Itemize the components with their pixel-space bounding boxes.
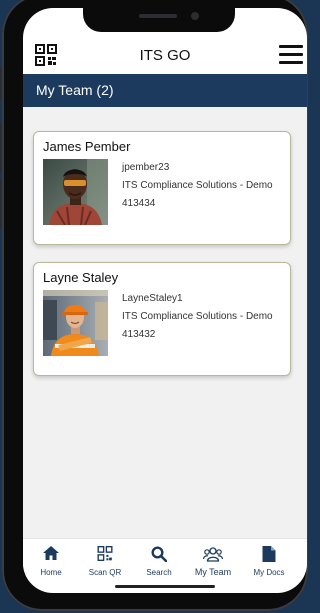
home-indicator[interactable] [115,585,215,588]
member-id: 413432 [122,329,156,340]
team-list: James Pember jpember23 ITS Compliance So… [23,107,307,538]
tab-label: My Docs [253,568,285,577]
team-member-card[interactable]: Layne Staley LayneStaley1 ITS Compliance… [33,262,291,376]
phone-frame: ITS GO My Team (2) James Pember jpember2… [2,0,308,611]
tab-my-team[interactable]: My Team [189,539,237,583]
tab-label: Home [40,568,62,577]
member-photo [43,159,108,225]
app-title: ITS GO [139,47,191,64]
member-id: 413434 [122,198,156,209]
member-username: LayneStaley1 [122,293,183,304]
hamburger-menu-icon[interactable] [279,45,303,65]
tab-home[interactable]: Home [31,539,71,583]
member-name: James Pember [43,139,131,154]
page-title: My Team (2) [23,74,307,107]
tab-label: My Team [194,567,232,577]
member-name: Layne Staley [43,270,119,285]
app-top-bar: ITS GO [23,38,307,73]
team-icon [203,547,223,562]
front-camera [191,12,199,20]
phone-notch [83,8,235,32]
tab-label: Search [146,568,172,577]
tab-label: Scan QR [88,568,122,577]
member-photo [43,290,108,356]
bottom-tab-bar: Home Scan QR Search My Team My Docs [23,538,307,583]
qr-code-icon [97,546,113,561]
team-member-card[interactable]: James Pember jpember23 ITS Compliance So… [33,131,291,245]
tab-search[interactable]: Search [139,539,179,583]
member-username: jpember23 [122,162,170,173]
speaker-grille [139,14,177,18]
document-icon [262,546,276,562]
app-screen: ITS GO My Team (2) James Pember jpember2… [23,8,307,593]
member-company: ITS Compliance Solutions - Demo [122,180,273,191]
tab-my-docs[interactable]: My Docs [247,539,291,583]
member-company: ITS Compliance Solutions - Demo [122,311,273,322]
home-icon [43,546,59,560]
search-icon [151,546,167,562]
tab-scan-qr[interactable]: Scan QR [85,539,125,583]
